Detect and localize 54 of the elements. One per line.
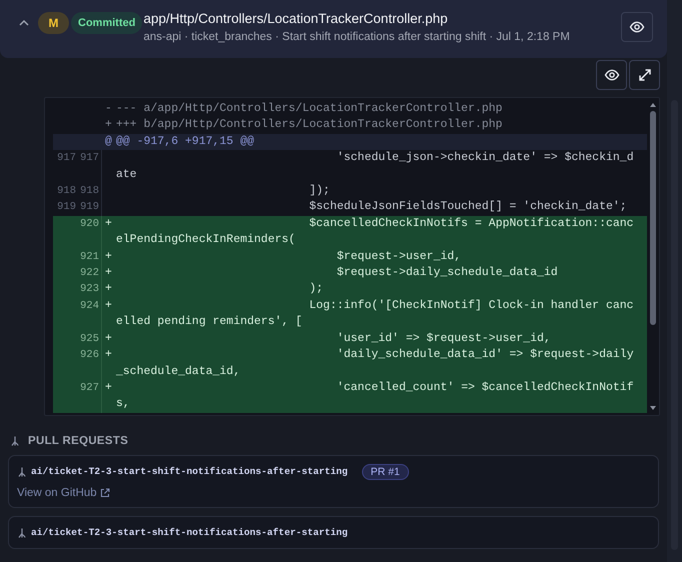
diff-sign: - xyxy=(104,101,113,117)
code-line: ]); xyxy=(308,183,331,200)
file-path: app/Http/Controllers/LocationTrackerController.php xyxy=(143,10,449,28)
branch-name: ai/ticket-T2-3-start-shift-notifications-after-starting xyxy=(31,466,348,477)
code-line: 'user_id' => $request->user_id, xyxy=(336,330,552,347)
diff-sign: + xyxy=(104,248,113,265)
commit-badge: Committed xyxy=(71,12,142,34)
branch-icon xyxy=(10,435,20,447)
diff-sign: + xyxy=(104,265,113,282)
commit-info: ans-api · ticket_branches · Start shift notifications after starting shift · Jul 1, 2:18 PM xyxy=(143,31,570,43)
diff-sign: + xyxy=(104,380,113,396)
github-link[interactable]: View on GitHub xyxy=(17,487,110,499)
code-line: +++ b/app/Http/Controllers/LocationTrackerController.php xyxy=(116,117,504,134)
status-badge: M xyxy=(38,12,69,34)
expand-icon xyxy=(638,68,652,82)
scroll-up-icon[interactable] xyxy=(649,102,657,108)
branch-icon xyxy=(17,466,27,478)
line-number: 919 xyxy=(56,200,76,216)
chevron-up-icon[interactable] xyxy=(18,18,30,28)
diff-sign: + xyxy=(104,330,113,347)
external-link-icon xyxy=(100,488,110,498)
view-button[interactable] xyxy=(596,60,627,90)
code-line: 'cancelled_count' => $cancelledCheckInNotifs, xyxy=(116,380,635,412)
branch-icon xyxy=(17,526,27,538)
diff-sign: @ xyxy=(104,134,113,150)
diff-sign: + xyxy=(104,298,113,314)
code-line: $scheduleJsonFieldsTouched[] = 'checkin_date'; xyxy=(308,199,628,216)
code-line: $request->daily_schedule_data_id xyxy=(336,265,559,282)
diff-sign: + xyxy=(104,281,113,298)
line-number: 927 xyxy=(76,380,102,413)
diff-sign: + xyxy=(104,347,113,364)
code-line: @@ -917,6 +917,15 @@ xyxy=(116,134,256,150)
line-number: 917 xyxy=(76,150,102,184)
code-line: 'daily_schedule_data_id' => $request->daily_schedule_data_id, xyxy=(116,347,635,380)
diff-sign: + xyxy=(104,117,113,134)
code-line: ); xyxy=(308,281,324,298)
scroll-down-icon[interactable] xyxy=(649,405,657,411)
scrollbar[interactable] xyxy=(647,98,659,415)
line-number: 918 xyxy=(76,183,102,200)
code-line: Log::info('[CheckInNotif] Clock-in handler cancelled pending reminders', [ xyxy=(116,298,635,330)
pr-badge: PR #1 xyxy=(362,464,409,480)
code-line: $cancelledCheckInNotifs = AppNotification::cancelPendingCheckInReminders( xyxy=(116,216,635,248)
expand-button[interactable] xyxy=(629,60,660,90)
eye-icon xyxy=(604,67,620,83)
diff-sign: + xyxy=(104,216,113,232)
eye-icon xyxy=(629,19,645,35)
section-heading: PULL REQUESTS xyxy=(28,435,128,447)
line-number: 918 xyxy=(56,184,76,200)
branch-name: ai/ticket-T2-3-start-shift-notifications-after-starting xyxy=(31,527,348,538)
code-line: --- a/app/Http/Controllers/LocationTrackerController.php xyxy=(116,101,504,117)
view-button[interactable] xyxy=(621,12,653,42)
code-line: 'schedule_json->checkin_date' => $checkin_date xyxy=(116,150,635,183)
code-line: $request->user_id, xyxy=(336,248,462,265)
line-number: 917 xyxy=(56,151,76,166)
